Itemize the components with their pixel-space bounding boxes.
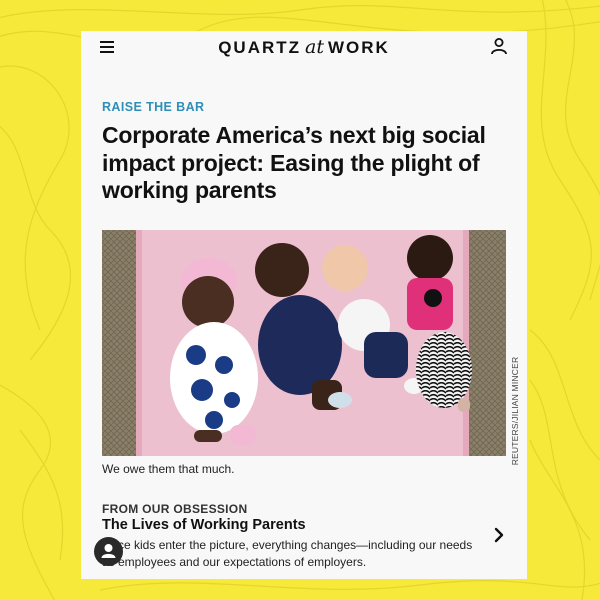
image-caption: We owe them that much. bbox=[102, 462, 235, 476]
obsession-description: Once kids enter the picture, everything … bbox=[102, 538, 473, 569]
logo-at: at bbox=[305, 36, 324, 58]
person-icon bbox=[101, 544, 116, 558]
top-navigation-bar: QUARTZ at WORK bbox=[81, 31, 527, 63]
article-headline: Corporate America’s next big social impa… bbox=[102, 122, 486, 203]
logo-wordmark-right: WORK bbox=[327, 38, 390, 57]
site-logo[interactable]: QUARTZ at WORK bbox=[81, 36, 527, 58]
logo-wordmark-left: QUARTZ bbox=[218, 38, 302, 57]
obsession-title-link[interactable]: The Lives of Working Parents bbox=[102, 517, 306, 533]
article-kicker[interactable]: RAISE THE BAR bbox=[102, 100, 204, 114]
photo-credit-text: REUTERS/JILIAN MINCER bbox=[510, 356, 520, 466]
user-account-icon[interactable] bbox=[490, 37, 508, 55]
article-image bbox=[102, 230, 506, 456]
babies-photo bbox=[102, 230, 506, 456]
chevron-right-icon[interactable] bbox=[493, 527, 505, 543]
article-card: QUARTZ at WORK RAISE THE BAR Corporate Ame… bbox=[81, 31, 527, 579]
photo-credit: REUTERS/JILIAN MINCER bbox=[505, 356, 525, 466]
obsession-label: FROM OUR OBSESSION bbox=[102, 502, 248, 516]
person-floating-button[interactable] bbox=[94, 537, 123, 566]
